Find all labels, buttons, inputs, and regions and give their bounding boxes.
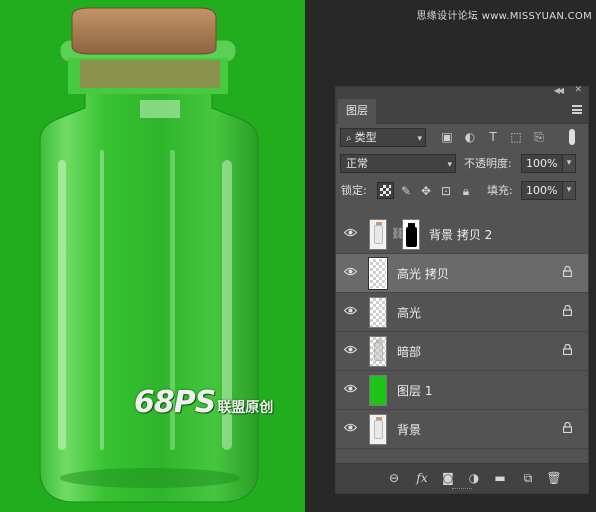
layer-row[interactable]: 背景: [336, 410, 588, 449]
layers-panel: ◀◀ ✕ 图层 ⌕ 类型 ▾ ▣ ◐ T ⬚ ⎘ 正常 ▾ 不透明度: 100% …: [335, 85, 589, 494]
blend-mode-value: 正常: [346, 157, 368, 170]
layer-row[interactable]: 暗部: [336, 332, 588, 371]
eye-icon[interactable]: [344, 228, 357, 237]
opacity-label: 不透明度:: [464, 157, 512, 170]
collapse-icon[interactable]: ◀◀: [554, 86, 564, 95]
link-icon[interactable]: ⊖: [386, 470, 402, 486]
layer-thumbnail[interactable]: [369, 258, 387, 289]
lock-all-icon[interactable]: 🔒︎: [458, 183, 474, 199]
fill-chevron-icon[interactable]: ▾: [562, 181, 576, 200]
bottle-thumb-icon: [374, 339, 383, 361]
opacity-chevron-icon[interactable]: ▾: [562, 154, 576, 173]
adjustment-filter-icon[interactable]: ◐: [462, 129, 478, 145]
resize-grip[interactable]: [452, 488, 472, 491]
layer-thumbnail[interactable]: [369, 375, 387, 406]
eye-icon[interactable]: [344, 384, 357, 393]
glass-bottle-image: [39, 7, 259, 503]
lock-row: 锁定: ✎ ✥ ⊡ 🔒︎ 填充: 100% ▾: [336, 177, 588, 205]
layer-thumbnail[interactable]: [369, 297, 387, 328]
eye-icon[interactable]: [344, 306, 357, 315]
watermark-text: 联盟原创: [217, 400, 274, 416]
lock-icon: [563, 344, 572, 355]
fill-label: 填充:: [487, 184, 513, 197]
layer-row[interactable]: 图层 1: [336, 371, 588, 410]
opacity-input[interactable]: 100%: [521, 154, 563, 173]
layer-name[interactable]: 背景 拷贝 2: [429, 226, 492, 243]
bottle-thumb-icon: [374, 417, 383, 439]
layer-thumbnail[interactable]: [369, 219, 387, 250]
smartobject-filter-icon[interactable]: ⎘: [531, 129, 547, 145]
lock-icon: [563, 305, 572, 316]
panel-menu-icon[interactable]: [572, 105, 582, 114]
eye-icon[interactable]: [344, 267, 357, 276]
image-filter-icon[interactable]: ▣: [439, 129, 455, 145]
checker-icon: [380, 185, 391, 196]
eye-icon[interactable]: [344, 345, 357, 354]
move-icon[interactable]: ✥: [418, 183, 434, 199]
fx-icon[interactable]: fx: [414, 470, 430, 486]
layer-row[interactable]: 高光 拷贝: [336, 254, 588, 293]
shape-filter-icon[interactable]: ⬚: [508, 129, 524, 145]
blend-mode-select[interactable]: 正常 ▾: [340, 154, 456, 173]
eye-icon[interactable]: [344, 423, 357, 432]
layer-name[interactable]: 图层 1: [397, 382, 432, 399]
chevron-down-icon: ▾: [417, 134, 422, 144]
search-icon: ⌕: [346, 133, 352, 144]
fill-input[interactable]: 100%: [521, 181, 563, 200]
layer-row[interactable]: ⛓ 背景 拷贝 2: [336, 215, 588, 254]
layer-name[interactable]: 暗部: [397, 343, 421, 360]
layer-thumbnail[interactable]: [369, 336, 387, 367]
type-filter-icon[interactable]: T: [485, 129, 501, 145]
layers-bottom-toolbar: ⊖ fx ◙ ◑ ▬ ⧉ 🗑︎: [336, 463, 588, 493]
trash-icon[interactable]: 🗑︎: [546, 470, 562, 486]
adjustment-icon[interactable]: ◑: [466, 470, 482, 486]
layer-name[interactable]: 高光: [397, 304, 421, 321]
folder-icon[interactable]: ▬: [492, 470, 508, 486]
layer-row[interactable]: 高光: [336, 293, 588, 332]
layer-thumbnail[interactable]: [369, 414, 387, 445]
layer-name[interactable]: 背景: [397, 421, 421, 438]
lock-label: 锁定:: [341, 184, 367, 197]
tab-layers[interactable]: 图层: [338, 99, 376, 124]
document-canvas[interactable]: 68PS 联盟原创: [0, 0, 305, 512]
watermark: 68PS 联盟原创: [134, 385, 273, 420]
bottle-thumb-icon: [374, 222, 383, 244]
site-banner: 思缘设计论坛 www.MISSYUAN.COM: [416, 11, 592, 22]
new-layer-icon[interactable]: ⧉: [520, 470, 536, 486]
lock-transparent-button[interactable]: [377, 182, 394, 199]
layer-mask-thumbnail[interactable]: [402, 219, 420, 250]
filter-toggle[interactable]: [569, 129, 575, 145]
lock-icon: [563, 422, 572, 433]
close-icon[interactable]: ✕: [574, 85, 582, 95]
artboard-icon[interactable]: ⊡: [438, 183, 454, 199]
panel-topbar: ◀◀ ✕: [336, 85, 588, 98]
layer-list: ⛓ 背景 拷贝 2 高光 拷贝 高光 暗部 图层 1 背景: [336, 215, 588, 449]
watermark-logo: 68PS: [134, 385, 216, 420]
mask-icon[interactable]: ◙: [440, 470, 456, 486]
filter-type-select[interactable]: ⌕ 类型 ▾: [340, 128, 426, 147]
panel-tab-row: 图层: [336, 98, 588, 124]
lock-icon: [563, 266, 572, 277]
brush-icon[interactable]: ✎: [398, 183, 414, 199]
filter-type-value: 类型: [354, 131, 377, 144]
chevron-down-icon: ▾: [447, 160, 452, 170]
blend-row: 正常 ▾ 不透明度: 100% ▾: [336, 151, 588, 177]
layer-name[interactable]: 高光 拷贝: [397, 265, 449, 282]
filter-row: ⌕ 类型 ▾ ▣ ◐ T ⬚ ⎘: [336, 124, 588, 151]
